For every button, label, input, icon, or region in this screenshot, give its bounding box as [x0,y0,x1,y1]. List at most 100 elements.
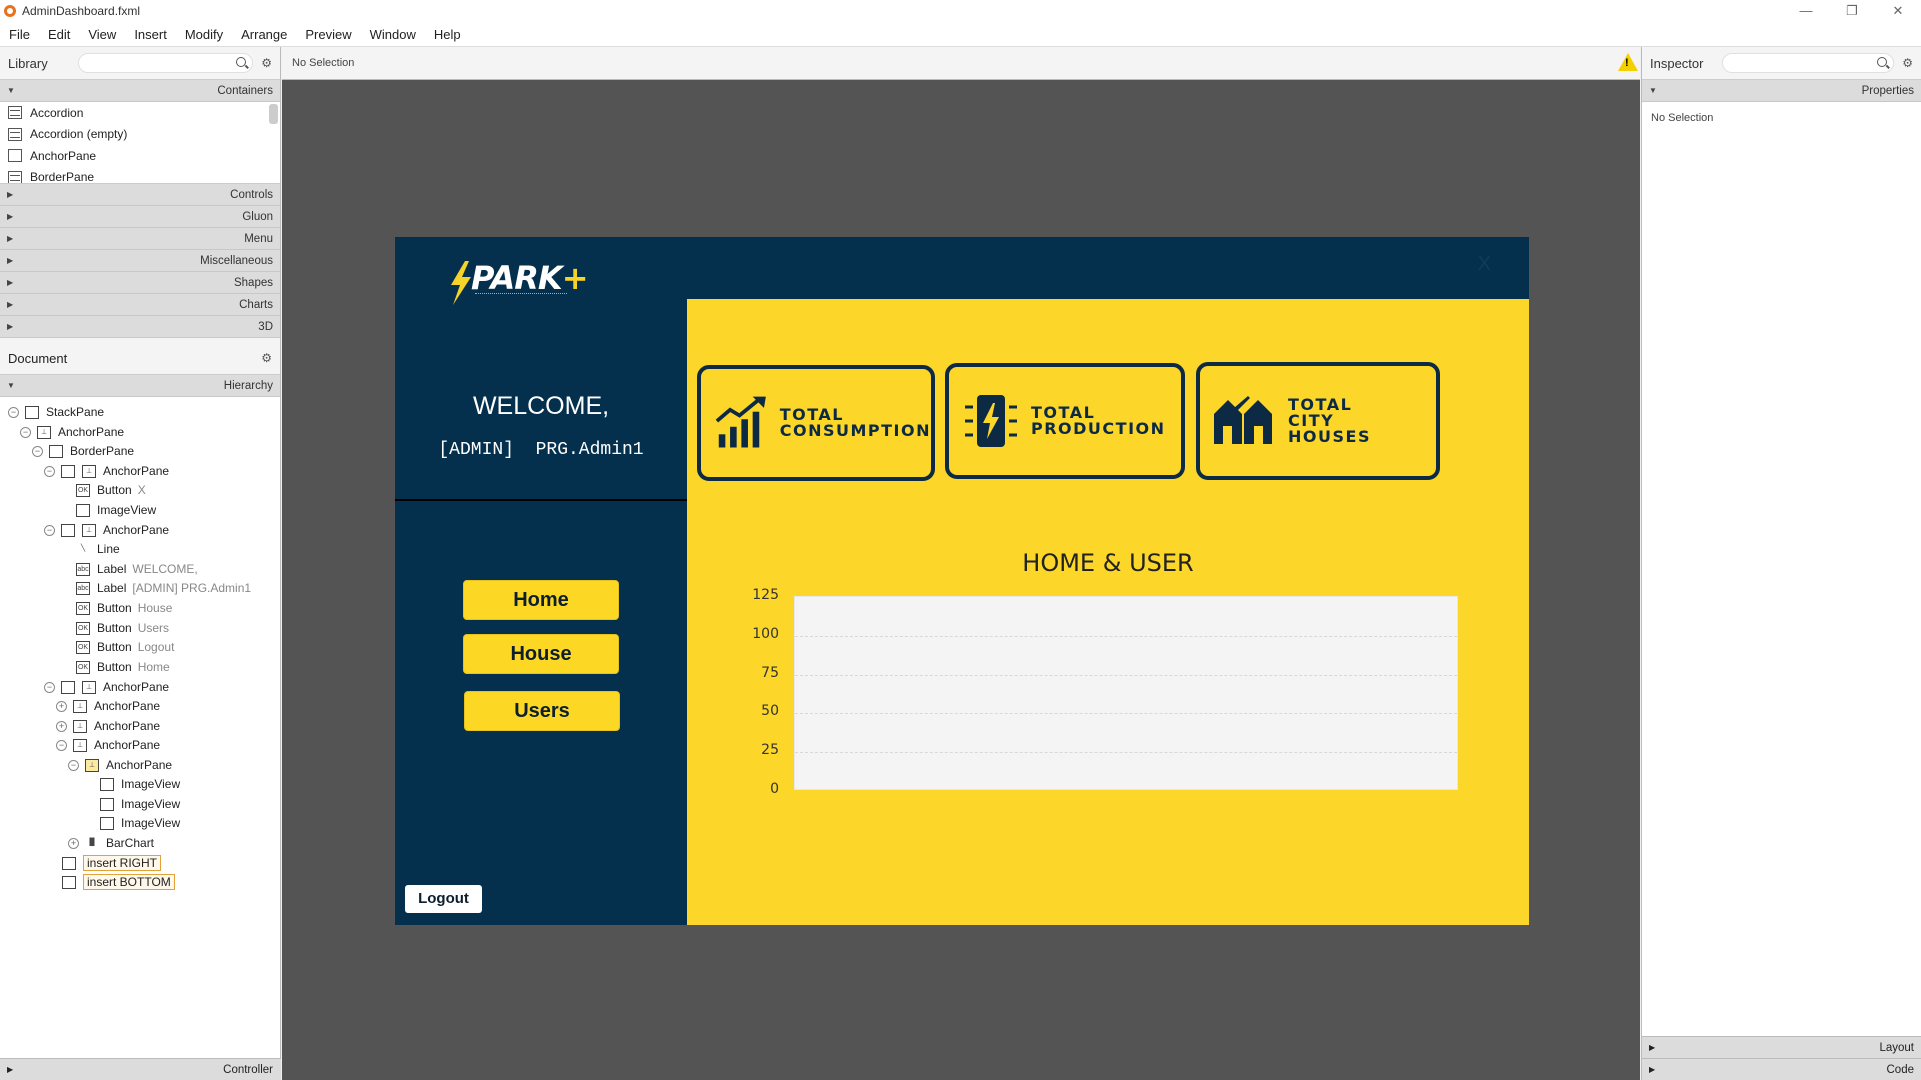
anchorpane-icon: ⊥ [82,464,96,478]
section-layout[interactable]: ▶ Layout [1642,1036,1921,1058]
imageview-icon [100,797,114,811]
gear-icon[interactable]: ⚙ [261,351,272,365]
anchorpane-icon: ⊥ [82,523,96,537]
tree-node[interactable]: + ▐▌ BarChart [68,832,154,854]
library-item[interactable]: Accordion [0,102,280,124]
imageview-icon [100,777,114,791]
users-button[interactable]: Users [464,691,620,731]
library-item[interactable]: BorderPane [0,167,280,183]
menu-help[interactable]: Help [434,27,461,42]
section-shapes[interactable]: ▶ Shapes [0,272,280,294]
section-label: Miscellaneous [200,254,273,267]
tree-node[interactable]: − BorderPane [32,440,134,462]
section-containers[interactable]: ▼ Containers [0,80,280,102]
section-label: Shapes [233,276,273,289]
tree-node[interactable]: insert BOTTOM [62,871,175,893]
house-button[interactable]: House [463,634,619,674]
tree-node[interactable]: OK Button House [76,597,172,619]
total-consumption-card[interactable]: TOTAL CONSUMPTION [697,365,935,481]
bar-chart-plot [794,596,1458,790]
hierarchy-tree: − StackPane − ⊥ AnchorPane − BorderPane − ⊥ An… [0,397,280,1078]
section-menu[interactable]: ▶ Menu [0,228,280,250]
chart-title: HOME & USER [1022,549,1194,577]
controller-section[interactable]: ▶ Controller [0,1058,281,1080]
home-button[interactable]: Home [463,580,619,620]
section-hierarchy[interactable]: ▼ Hierarchy [0,375,280,397]
expand-toggle-icon[interactable]: + [56,720,67,732]
menu-file[interactable]: File [9,27,30,42]
tree-node[interactable]: − ⊥ AnchorPane [56,734,160,756]
menu-window[interactable]: Window [370,27,416,42]
app-preview[interactable]: PARK+ X WELCOME, [ADMIN] PRG.Admin1 Home… [395,237,1529,925]
tree-node[interactable]: ╲ Line [76,538,120,560]
section-controls[interactable]: ▶ Controls [0,184,280,206]
insert-bottom-slot[interactable]: insert BOTTOM [83,874,175,890]
menu-view[interactable]: View [88,27,116,42]
expand-toggle-icon[interactable]: + [56,700,67,712]
left-panel: Library ⚙ ▼ Containers Accordion Accordio… [0,47,281,1080]
menu-edit[interactable]: Edit [48,27,70,42]
collapse-toggle-icon[interactable]: − [8,406,19,418]
tree-node[interactable]: ImageView [100,812,180,834]
section-gluon[interactable]: ▶ Gluon [0,206,280,228]
gear-icon[interactable]: ⚙ [261,56,272,70]
tree-node[interactable]: + ⊥ AnchorPane [56,695,160,717]
collapse-toggle-icon[interactable]: − [44,681,55,693]
collapse-toggle-icon[interactable]: − [68,759,79,771]
tree-node-label: ImageView [121,777,181,791]
menu-modify[interactable]: Modify [185,27,223,42]
section-miscellaneous[interactable]: ▶ Miscellaneous [0,250,280,272]
library-item[interactable]: Accordion (empty) [0,124,280,146]
collapse-toggle-icon[interactable]: − [32,445,43,457]
section-label: Gluon [242,210,273,223]
close-window-button[interactable]: ✕ [1875,0,1921,22]
warning-icon[interactable] [1618,53,1638,71]
maximize-button[interactable]: ❐ [1829,0,1875,22]
section-properties[interactable]: ▼ Properties [1642,80,1921,102]
tree-node[interactable]: OK Button X [76,479,146,501]
logout-button[interactable]: Logout [405,885,482,913]
close-button[interactable]: X [1478,253,1491,276]
total-production-card[interactable]: TOTAL PRODUCTION [945,363,1185,479]
tree-node-label: Button [97,483,132,497]
tree-node[interactable]: OK Button Home [76,656,170,678]
tree-node[interactable]: OK Button Logout [76,636,174,658]
borderpane-icon [49,444,63,458]
library-search-input[interactable] [78,53,254,73]
gear-icon[interactable]: ⚙ [1902,56,1913,70]
collapse-toggle-icon[interactable]: − [44,465,55,477]
line-icon: ╲ [80,544,86,552]
section-3d[interactable]: ▶ 3D [0,316,280,338]
library-item[interactable]: AnchorPane [0,145,280,167]
inspector-search-input[interactable] [1722,53,1895,73]
library-item-label: Accordion [30,105,84,120]
expand-arrow-icon: ▶ [1649,1043,1656,1052]
library-scrollbar[interactable] [269,104,278,124]
accordion-icon [8,106,22,120]
tree-node[interactable]: − StackPane [8,401,104,423]
section-charts[interactable]: ▶ Charts [0,294,280,316]
tree-node[interactable]: abc Label [ADMIN] PRG.Admin1 [76,577,251,599]
tree-node[interactable]: ImageView [100,773,180,795]
anchorpane-warning-icon: ⊥ [85,758,99,772]
total-city-houses-card[interactable]: TOTAL CITY HOUSES [1196,362,1440,480]
total-city-houses-label: TOTAL CITY HOUSES [1288,395,1371,446]
tree-node[interactable]: ImageView [76,499,156,521]
region-icon [62,856,76,870]
menu-arrange[interactable]: Arrange [241,27,287,42]
collapse-toggle-icon[interactable]: − [20,426,31,438]
menu-insert[interactable]: Insert [134,27,167,42]
collapse-toggle-icon[interactable]: − [44,524,55,536]
minimize-button[interactable]: — [1783,0,1829,22]
insert-right-slot[interactable]: insert RIGHT [83,855,162,871]
stackpane-icon [25,405,39,419]
tree-node-label: AnchorPane [103,464,170,478]
collapse-toggle-icon[interactable]: − [56,739,67,751]
expand-toggle-icon[interactable]: + [68,837,79,849]
library-item-label: AnchorPane [30,148,97,163]
section-code[interactable]: ▶ Code [1642,1058,1921,1080]
menu-preview[interactable]: Preview [305,27,351,42]
inspector-header: Inspector ⚙ [1642,47,1921,80]
gridline [795,635,1457,637]
section-label: Controller [223,1063,273,1076]
